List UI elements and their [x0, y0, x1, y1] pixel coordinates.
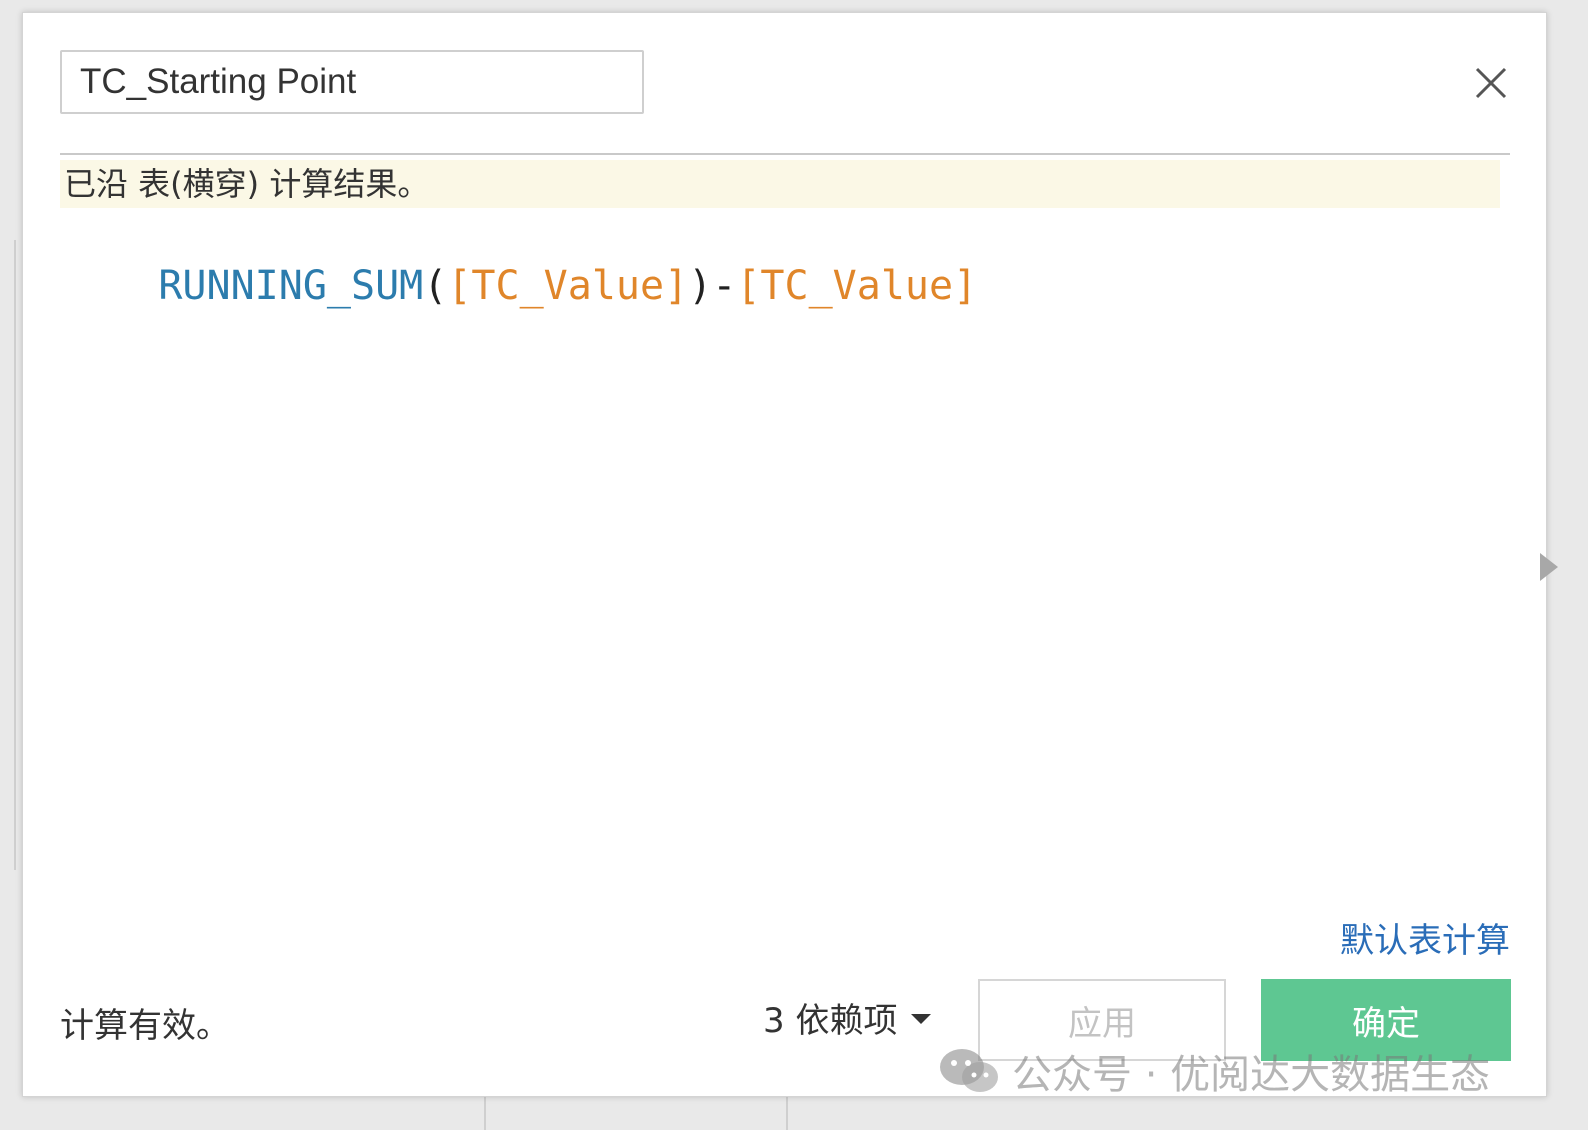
close-button[interactable] [1473, 65, 1509, 101]
caret-down-icon [911, 1014, 932, 1024]
default-table-calculation-link[interactable]: 默认表计算 [1340, 913, 1510, 962]
formula-field-token: [TC_Value] [447, 263, 689, 309]
calculation-editor-dialog: 已沿 表(横穿) 计算结果。 RUNNING_SUM([TC_Value])-[… [22, 12, 1558, 1098]
arrow-right-icon[interactable] [1540, 553, 1558, 581]
formula-editor[interactable]: RUNNING_SUM([TC_Value])-[TC_Value] [62, 211, 977, 309]
formula-function-token: RUNNING_SUM [158, 263, 424, 309]
dependencies-label: 3 依赖项 [763, 1000, 898, 1041]
editor-divider [60, 153, 1510, 155]
dependencies-dropdown[interactable]: 3 依赖项 [763, 995, 932, 1041]
formula-operator: )- [688, 263, 737, 309]
backdrop-divider-left [14, 240, 16, 870]
table-calc-info-banner: 已沿 表(横穿) 计算结果。 [60, 160, 1500, 208]
calculation-name-input[interactable] [60, 50, 644, 114]
backdrop-divider-bottom-1 [484, 1097, 486, 1130]
close-icon [1475, 67, 1507, 99]
backdrop-divider-bottom-2 [786, 1097, 788, 1130]
ok-button[interactable]: 确定 [1261, 979, 1511, 1061]
formula-open-paren: ( [423, 263, 448, 309]
apply-button[interactable]: 应用 [978, 979, 1226, 1061]
calculation-status: 计算有效。 [60, 1006, 230, 1046]
formula-field-token: [TC_Value] [736, 263, 978, 309]
